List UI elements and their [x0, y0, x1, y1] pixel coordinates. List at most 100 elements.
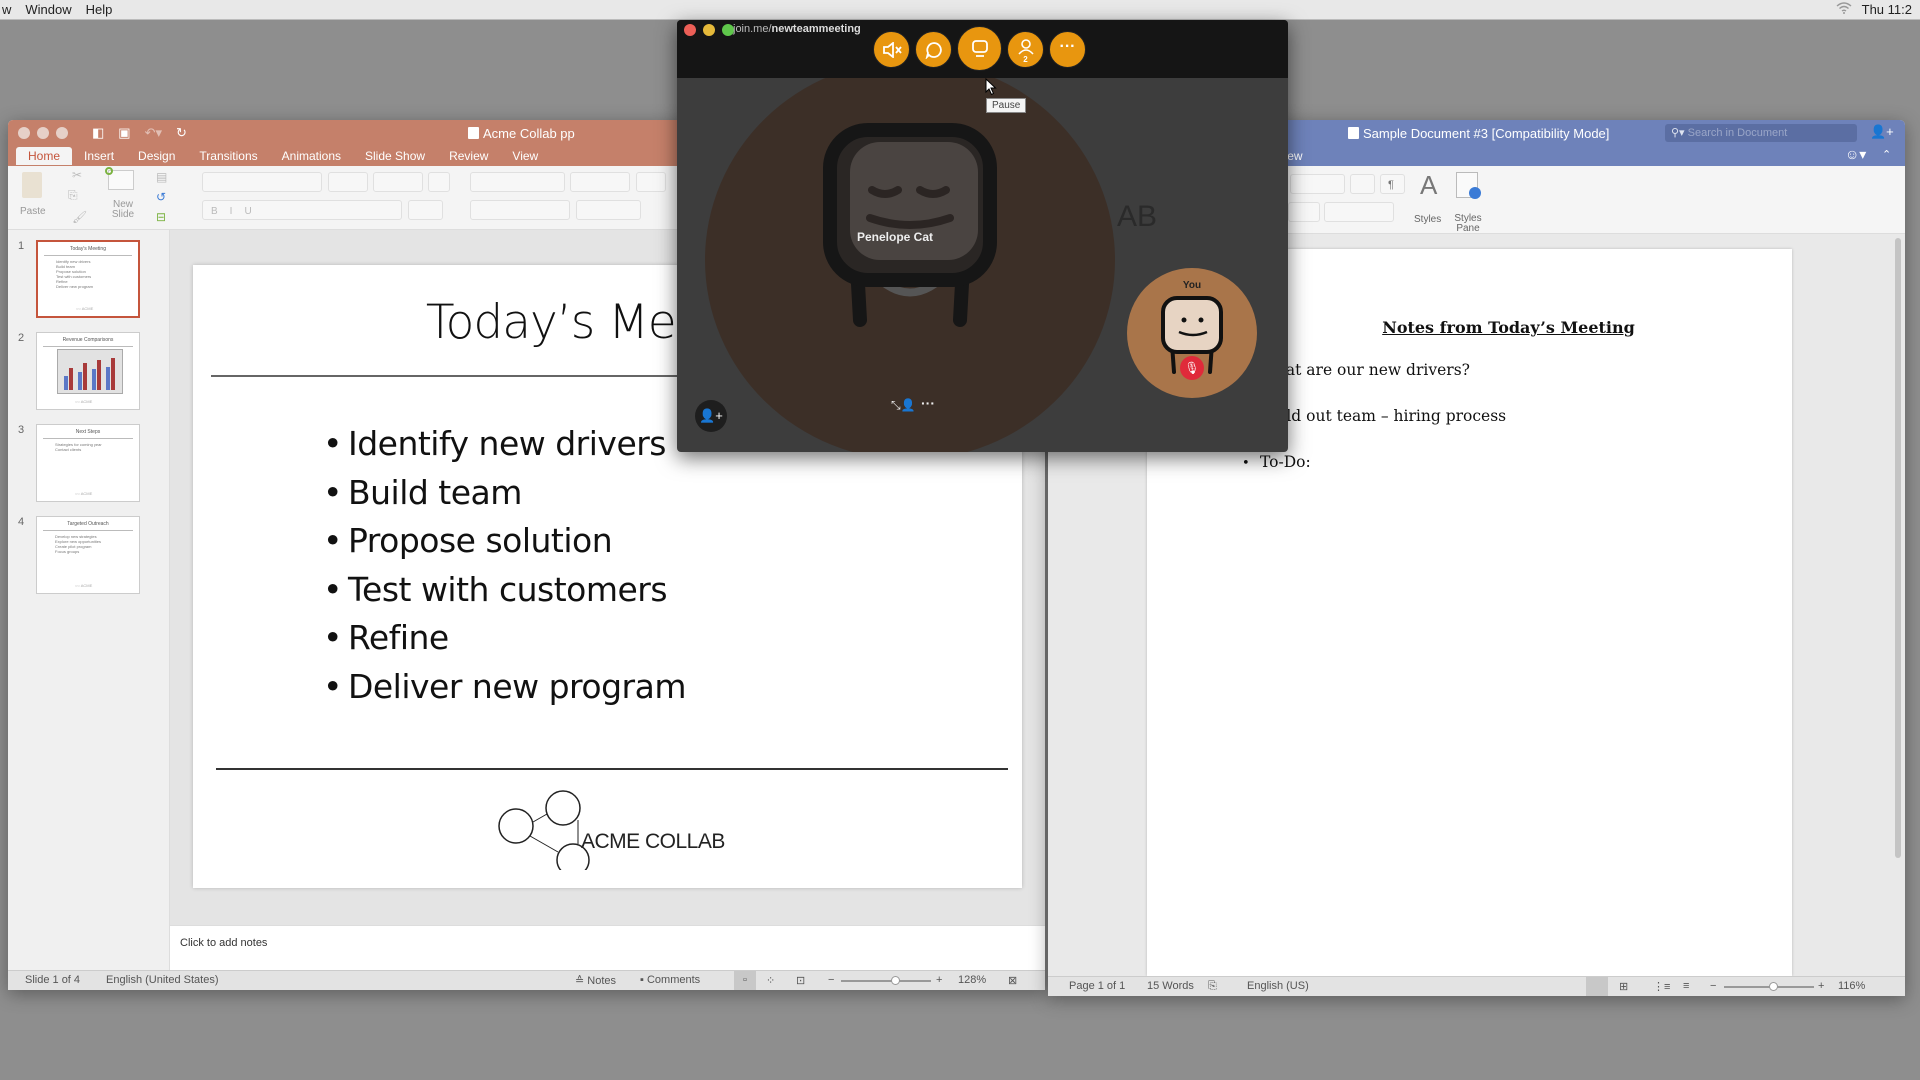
reading-view-button[interactable]: ⊡	[796, 974, 805, 987]
zoom-slider-knob[interactable]	[1769, 982, 1778, 991]
screen-share-button[interactable]	[957, 26, 1002, 71]
thumbnail-title: Revenue Comparisons	[62, 337, 114, 343]
reset-icon[interactable]: ↺	[156, 190, 166, 204]
zoom-button[interactable]	[56, 127, 68, 139]
slide-sorter-button[interactable]: ⁘	[766, 974, 775, 987]
slide-thumbnail-4[interactable]: Targeted Outreach Develop new strategies…	[36, 516, 140, 594]
menu-clock[interactable]: Thu 11:2	[1862, 2, 1912, 17]
new-slide-icon[interactable]	[105, 167, 134, 190]
notes-placeholder[interactable]: Click to add notes	[180, 937, 267, 949]
format-painter-icon[interactable]: 🖌	[72, 210, 87, 224]
fit-to-window-icon[interactable]: ⊠	[1008, 974, 1017, 987]
zoom-level[interactable]: 128%	[958, 974, 986, 986]
zoom-slider[interactable]	[1724, 982, 1814, 991]
line-spacing-button[interactable]	[636, 172, 666, 192]
redo-icon[interactable]: ↻	[176, 125, 187, 141]
word-count[interactable]: 15 Words	[1147, 980, 1194, 992]
zoom-in-button[interactable]: +	[1818, 980, 1824, 992]
search-in-document-field[interactable]: ⚲▾ Search in Document	[1665, 124, 1857, 142]
smiley-feedback-icon[interactable]: ☺▾	[1845, 146, 1866, 163]
copy-icon[interactable]: ⎘	[68, 188, 78, 203]
menu-item-window[interactable]: Window	[25, 2, 71, 17]
comments-toggle[interactable]: ▪ Comments	[640, 974, 700, 986]
indent-buttons[interactable]	[570, 172, 630, 192]
line-spacing-button[interactable]	[1288, 202, 1320, 222]
font-style-buttons[interactable]: BIU	[202, 200, 402, 220]
zoom-slider-knob[interactable]	[890, 976, 900, 985]
tab-insert[interactable]: Insert	[72, 147, 126, 165]
proofing-icon[interactable]: ⎘	[1208, 980, 1217, 993]
tab-animations[interactable]: Animations	[270, 147, 353, 165]
wifi-icon[interactable]	[1836, 2, 1852, 17]
zoom-slider[interactable]	[841, 976, 931, 985]
tab-view[interactable]: View	[500, 147, 550, 165]
list-buttons[interactable]	[470, 172, 565, 192]
tab-design[interactable]: Design	[126, 147, 187, 165]
font-grow-shrink-buttons[interactable]	[373, 172, 423, 192]
close-button[interactable]	[684, 24, 696, 36]
page-counter[interactable]: Page 1 of 1	[1069, 980, 1125, 992]
zoom-out-button[interactable]: −	[828, 974, 834, 986]
menu-item-help[interactable]: Help	[86, 2, 113, 17]
draft-view-button[interactable]: ≡	[1683, 980, 1689, 992]
cut-icon[interactable]: ✂	[72, 168, 82, 182]
invite-participant-button[interactable]: 👤+	[695, 400, 727, 432]
styles-pane-icon[interactable]	[1456, 172, 1481, 199]
font-color-button[interactable]	[408, 200, 443, 220]
more-button[interactable]: ···	[1049, 31, 1086, 68]
web-layout-button[interactable]: ⊞	[1619, 980, 1628, 993]
zoom-out-button[interactable]: −	[1710, 980, 1716, 992]
new-slide-button[interactable]: New Slide	[108, 200, 138, 220]
section-icon[interactable]: ⊟	[156, 210, 166, 224]
minimize-button[interactable]	[37, 127, 49, 139]
notes-pane[interactable]: Click to add notes	[170, 925, 1045, 970]
collapse-ribbon-icon[interactable]: ⌃	[1882, 148, 1891, 161]
share-add-person-icon[interactable]: 👤+	[1870, 124, 1894, 140]
slide-thumbnail-1[interactable]: Today's Meeting Identify new drivers Bui…	[36, 240, 140, 318]
normal-view-button[interactable]: ▫	[734, 971, 756, 990]
tab-transitions[interactable]: Transitions	[187, 147, 269, 165]
paste-icon[interactable]	[22, 172, 42, 198]
text-direction-buttons[interactable]	[576, 200, 641, 220]
styles-pane-button[interactable]: Styles Pane	[1448, 214, 1488, 234]
slide-thumbnail-3[interactable]: Next Steps Strategies for coming year Co…	[36, 424, 140, 502]
tab-slide-show[interactable]: Slide Show	[353, 147, 437, 165]
mute-button[interactable]	[873, 31, 910, 68]
print-layout-button[interactable]	[1586, 977, 1608, 996]
swap-view-icon[interactable]: ⤡👤	[891, 398, 916, 413]
language-indicator[interactable]: English (US)	[1247, 980, 1309, 992]
slide-bullet-list[interactable]: Identify new drivers Build team Propose …	[323, 420, 686, 711]
notes-toggle[interactable]: ≙ Notes	[575, 974, 616, 987]
tab-review[interactable]: Review	[437, 147, 500, 165]
show-formatting-button[interactable]: ¶	[1380, 174, 1405, 194]
layout-icon[interactable]: ▤	[156, 170, 167, 184]
undo-icon[interactable]: ↶▾	[145, 125, 162, 141]
font-name-dropdown[interactable]	[202, 172, 322, 192]
slide-thumbnail-2[interactable]: Revenue Comparisons ○○ ACME	[36, 332, 140, 410]
zoom-in-button[interactable]: +	[936, 974, 942, 986]
styles-button[interactable]: Styles	[1414, 214, 1441, 225]
paste-button[interactable]: Paste	[20, 206, 46, 217]
outline-view-button[interactable]: ⋮≡	[1653, 980, 1670, 993]
participants-button[interactable]: 2	[1007, 31, 1044, 68]
menu-item-view[interactable]: w	[2, 2, 11, 17]
tab-home[interactable]: Home	[16, 147, 73, 165]
save-icon[interactable]: ▣	[118, 125, 130, 141]
vertical-scrollbar[interactable]	[1895, 238, 1901, 858]
language-indicator[interactable]: English (United States)	[106, 974, 219, 986]
font-size-dropdown[interactable]	[328, 172, 368, 192]
clear-formatting-button[interactable]	[428, 172, 450, 192]
minimize-button[interactable]	[703, 24, 715, 36]
close-button[interactable]	[18, 127, 30, 139]
video-more-options-icon[interactable]: ···	[921, 395, 935, 411]
shading-borders-buttons[interactable]	[1324, 202, 1394, 222]
chat-button[interactable]	[915, 31, 952, 68]
sort-button[interactable]	[1350, 174, 1375, 194]
indent-buttons[interactable]	[1290, 174, 1345, 194]
self-video-tile[interactable]: You 🎙	[1127, 268, 1257, 398]
zoom-level[interactable]: 116%	[1838, 980, 1865, 992]
styles-icon[interactable]: A	[1420, 170, 1437, 201]
alignment-buttons[interactable]	[470, 200, 570, 220]
sidebar-toggle-icon[interactable]: ◧	[92, 125, 104, 141]
muted-microphone-icon[interactable]: 🎙	[1180, 356, 1204, 380]
